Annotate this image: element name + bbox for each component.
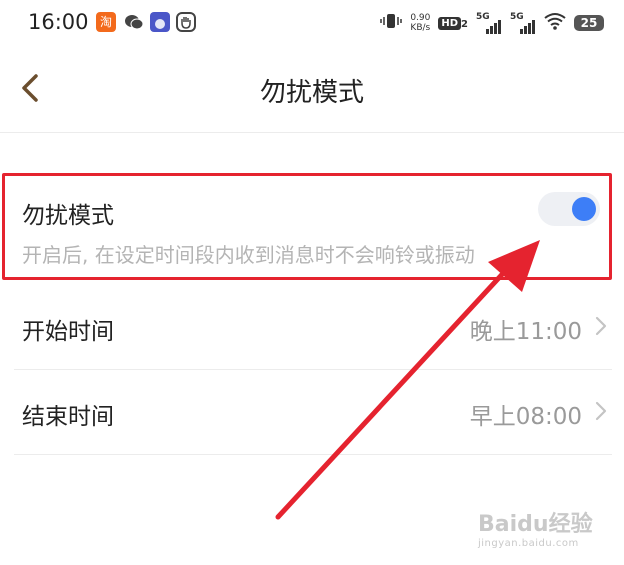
app-icon <box>150 12 170 32</box>
status-bar: 16:00 淘 0.90 KB/s HD 2 5G 5G 25 <box>0 0 624 46</box>
net-speed-value: 0.90 <box>410 13 431 23</box>
watermark-logo: Baidu经验 <box>478 512 593 537</box>
battery-icon: 25 <box>574 15 604 31</box>
end-time-row[interactable]: 结束时间 早上08:00 <box>14 369 612 455</box>
signal-icon: 5G <box>476 12 502 34</box>
chevron-right-icon <box>595 401 607 421</box>
hd-badge: HD 2 <box>438 16 468 30</box>
dnd-description: 开启后, 在设定时间段内收到消息时不会响铃或振动 <box>22 243 475 267</box>
system-tray: 0.90 KB/s HD 2 5G 5G 25 <box>380 10 604 36</box>
vibrate-icon <box>380 12 403 35</box>
signal2-label: 5G <box>510 12 524 22</box>
chevron-right-icon <box>595 316 607 336</box>
start-time-label: 开始时间 <box>22 319 114 345</box>
taobao-icon: 淘 <box>96 12 116 32</box>
end-time-label: 结束时间 <box>22 404 114 430</box>
net-speed: 0.90 KB/s <box>410 13 430 33</box>
hd-sub: 2 <box>461 18 468 30</box>
dnd-toggle[interactable] <box>538 192 600 226</box>
watermark-url: jingyan.baidu.com <box>478 538 579 549</box>
wechat-icon <box>124 12 144 32</box>
baidu-watermark: Baidu经验 jingyan.baidu.com <box>478 506 598 549</box>
dnd-setting-row: 勿扰模式 开启后, 在设定时间段内收到消息时不会响铃或振动 <box>14 172 612 276</box>
start-time-row[interactable]: 开始时间 晚上11:00 <box>14 284 612 370</box>
hd-label: HD <box>438 16 462 30</box>
end-time-value: 早上08:00 <box>469 404 582 430</box>
status-time: 16:00 <box>28 10 89 34</box>
signal-icon: 5G <box>510 12 536 34</box>
net-speed-unit: KB/s <box>410 23 431 33</box>
start-time-value: 晚上11:00 <box>469 319 582 345</box>
hand-icon <box>176 12 196 32</box>
nav-header: 勿扰模式 <box>0 46 624 133</box>
signal1-label: 5G <box>476 12 490 22</box>
wifi-icon <box>544 12 566 35</box>
dnd-label: 勿扰模式 <box>22 203 114 229</box>
toggle-knob <box>572 197 596 221</box>
page-title: 勿扰模式 <box>259 78 364 108</box>
